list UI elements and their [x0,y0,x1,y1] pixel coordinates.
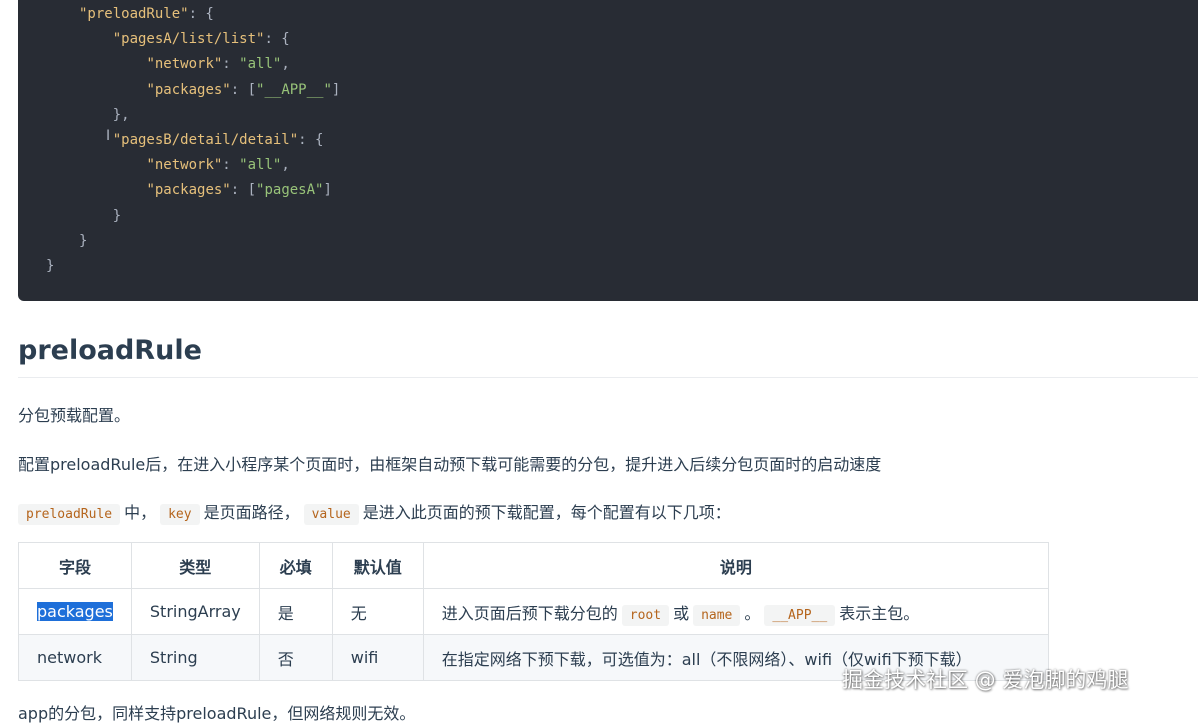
text-fragment: 进入页面后预下载分包的 [441,603,618,623]
code-token: : { [264,31,290,48]
table-cell-description: 进入页面后预下载分包的 root 或 name。 __APP__ 表示主包。 [422,588,1050,635]
code-line: "packages": ["pagesA"] [79,178,1198,203]
code-token: : [ [230,81,257,98]
code-line: "network": "all", [79,153,1198,178]
code-token: "__APP__" [256,81,332,98]
code-line: "network": "all", [79,52,1198,77]
table-cell-required: 是 [258,588,333,635]
code-token: : [ [230,182,257,199]
watermark: 掘金技术社区 @ 爱泡脚的鸡腿 [842,668,1129,692]
code-token: : [222,157,240,174]
code-token: "pagesA/list/list" [112,31,265,48]
table-header-row: 字段 类型 必填 默认值 说明 [18,542,1050,589]
config-table: 字段 类型 必填 默认值 说明 packages StringArray 是 无… [18,542,1050,681]
code-token: ] [323,182,332,199]
inline-code: preloadRule [18,504,121,525]
code-token: "preloadRule" [79,6,189,22]
code-token: : [222,56,240,73]
code-token: } [79,232,88,249]
text-cursor-icon: I [106,128,111,144]
next-paragraph-cut: app的分包，同样支持preloadRule，但网络规则无效。 [18,704,416,723]
text-fragment: 。 [744,603,761,623]
selected-text[interactable]: packages [37,602,113,621]
code-token: , [281,56,290,73]
code-line: "pagesA/list/list": { [79,27,1198,52]
inline-code: __APP__ [764,604,836,626]
text-fragment: 是进入此页面的预下载配置，每个配置有以下几项： [362,503,731,522]
inline-code: key [160,504,200,525]
code-token: "pagesB/detail/detail" [112,131,299,148]
description-paragraph: 配置preloadRule后，在进入小程序某个页面时，由框架自动预下载可能需要的… [18,455,882,474]
inline-code: name [693,604,741,626]
code-token: "network" [146,157,223,174]
code-token: "all" [239,56,282,73]
table-cell-type: String [130,634,260,681]
table-header: 说明 [422,542,1050,589]
table-row: packages StringArray 是 无 进入页面后预下载分包的 root… [18,588,1050,635]
keys-paragraph: preloadRule 中， key 是页面路径， value 是进入此页面的预下载配置，… [18,499,731,525]
code-token: "packages" [146,182,231,199]
section-title: preloadRule [18,335,202,366]
code-token: "packages" [146,81,231,98]
table-cell-required: 否 [258,634,333,681]
intro-paragraph: 分包预载配置。 [18,406,131,425]
code-token: "pagesA" [256,182,324,199]
table-header: 必填 [258,542,333,589]
table-header: 类型 [130,542,260,589]
code-token: "network" [146,56,223,73]
table-cell-default: wifi [331,634,424,681]
table-cell-type: StringArray [130,588,260,635]
code-block: "preloadRule": { "pagesA/list/list": { "… [18,0,1198,301]
text-fragment: 中， [124,503,157,522]
code-line: "pagesB/detail/detail": { [79,128,1198,153]
code-line: "packages": ["__APP__"] [79,78,1198,103]
table-cell-default: 无 [331,588,424,635]
code-lines: "preloadRule": { "pagesA/list/list": { "… [46,2,1198,254]
code-line: "preloadRule": { [79,2,1198,27]
table-cell-field: packages [18,588,132,635]
inline-code: root [621,604,670,626]
code-token: , [281,157,290,174]
code-line: } [79,229,1198,254]
code-token: : { [188,6,214,22]
table-header: 字段 [18,542,132,589]
text-fragment: 或 [673,603,690,623]
text-fragment: 是页面路径， [203,503,300,522]
code-line: }, [79,103,1198,128]
code-token: "all" [239,157,282,174]
inline-code: value [303,504,359,525]
code-token: }, [79,106,130,123]
title-divider [18,377,1198,378]
code-token: ] [331,81,341,98]
code-line-closing: } [46,257,55,274]
text-fragment: 表示主包。 [839,603,920,623]
table-header: 默认值 [331,542,424,589]
code-token: : { [298,131,324,148]
code-token: } [79,207,122,224]
code-line: } [79,204,1198,229]
table-cell-field: network [18,634,132,681]
